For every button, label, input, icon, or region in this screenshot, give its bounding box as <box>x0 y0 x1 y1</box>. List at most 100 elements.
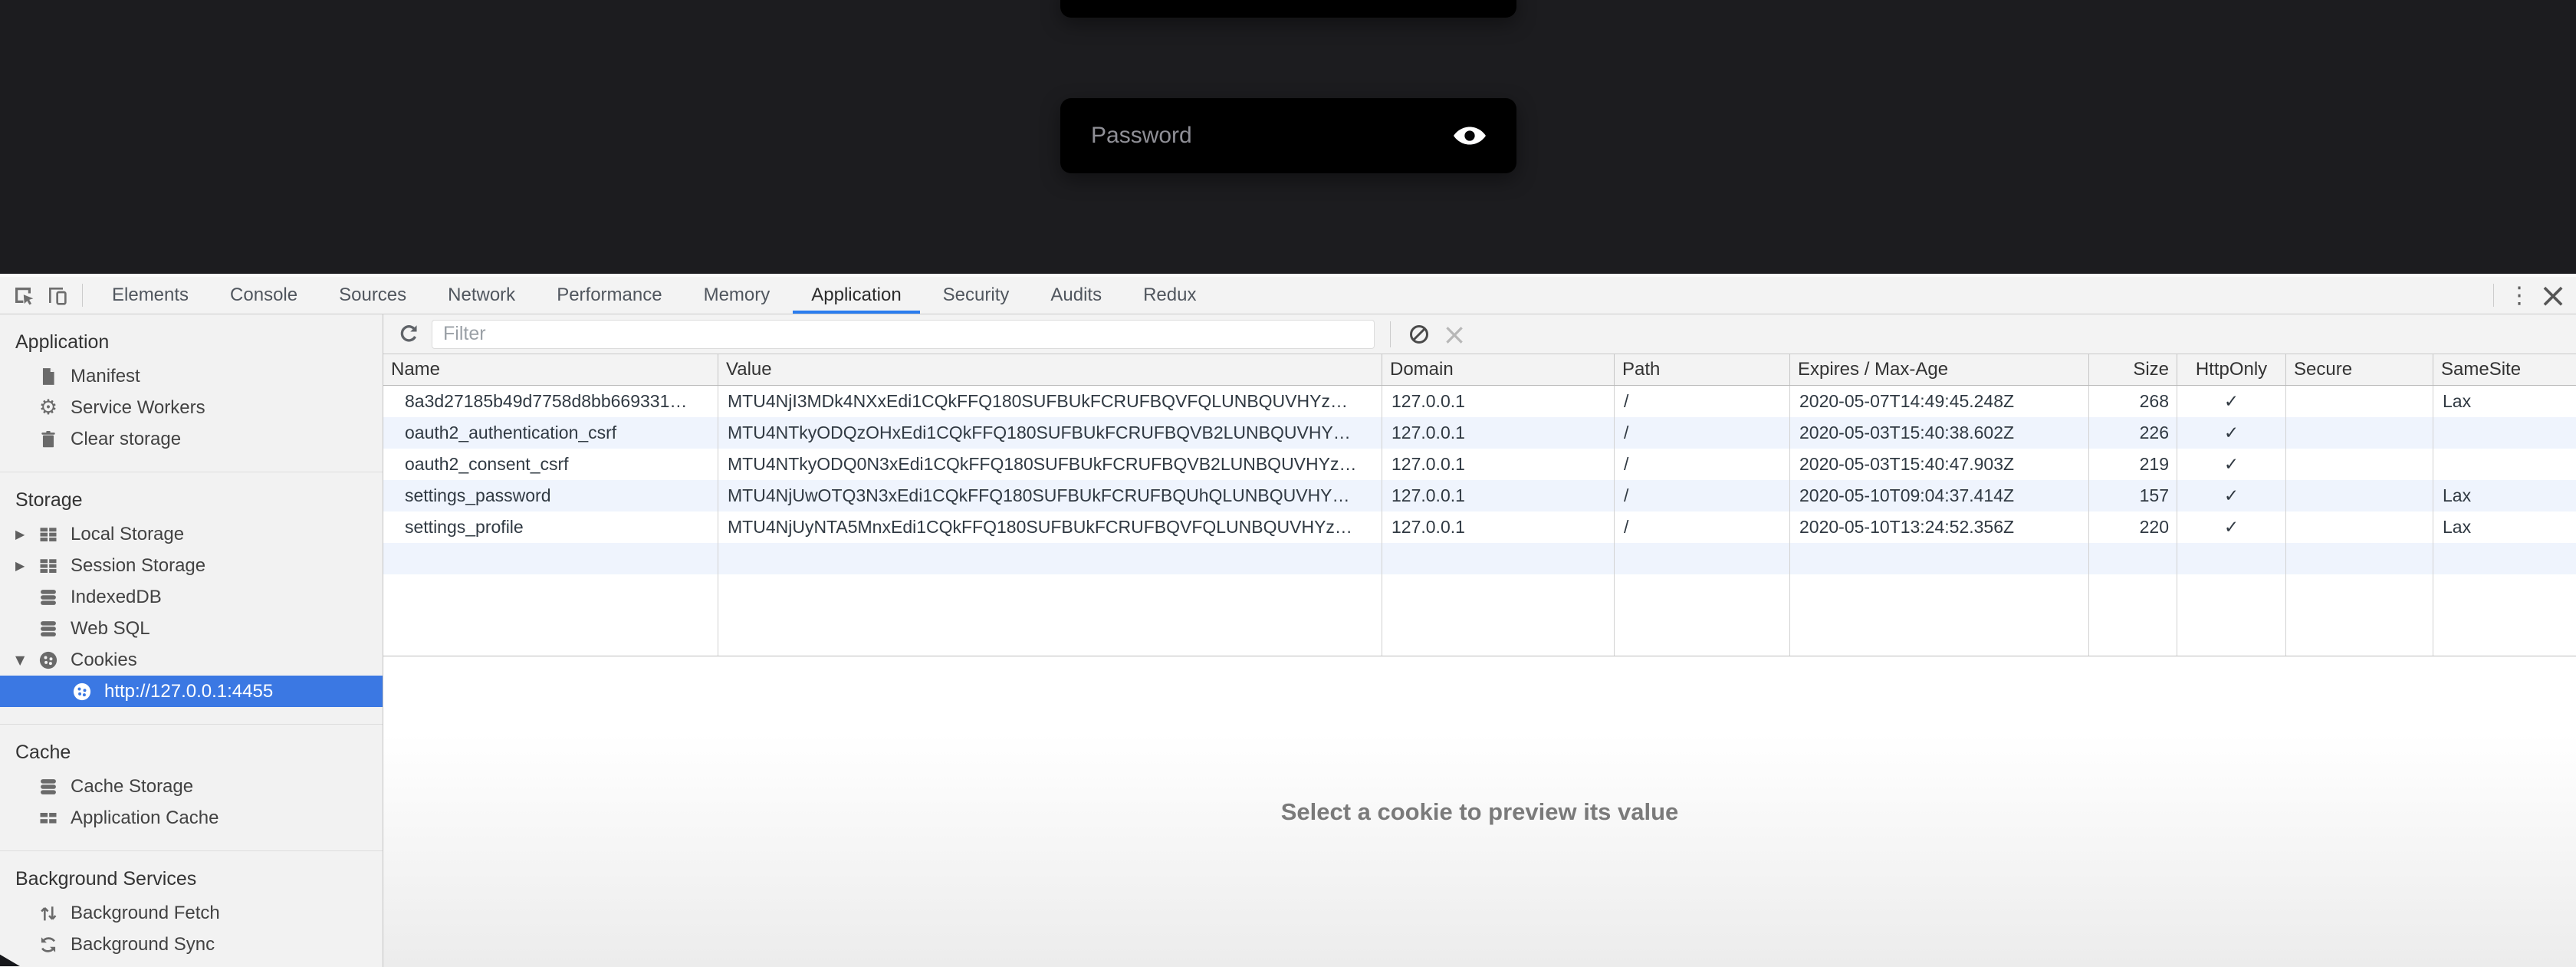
cell-samesite[interactable] <box>2433 449 2576 480</box>
tab-console[interactable]: Console <box>209 277 318 314</box>
cell-name[interactable]: oauth2_consent_csrf <box>383 449 718 480</box>
more-options-kebab-icon[interactable]: ⋮ <box>2502 278 2536 312</box>
cell-httponly-check[interactable]: ✓ <box>2177 480 2286 511</box>
cell-samesite[interactable]: Lax <box>2433 480 2576 511</box>
sidebar-item-cookie-origin[interactable]: http://127.0.0.1:4455 <box>0 676 383 707</box>
cell-httponly-check[interactable]: ✓ <box>2177 511 2286 543</box>
cell-expires[interactable]: 2020-05-07T14:49:45.248Z <box>1790 386 2089 417</box>
password-input[interactable] <box>1089 122 1452 150</box>
show-password-eye-icon[interactable] <box>1452 124 1487 147</box>
tab-security[interactable]: Security <box>922 277 1030 314</box>
tab-network[interactable]: Network <box>427 277 536 314</box>
sidebar-item-web-sql[interactable]: Web SQL <box>0 613 383 644</box>
cell-secure[interactable] <box>2286 386 2433 417</box>
cookie-row[interactable]: settings_profile MTU4NjUyNTA5MnxEdi1CQkF… <box>383 511 2576 543</box>
preview-placeholder-message: Select a cookie to preview its value <box>1281 798 1679 826</box>
cell-httponly-check[interactable]: ✓ <box>2177 386 2286 417</box>
column-header-expires[interactable]: Expires / Max-Age <box>1790 354 2089 385</box>
cell-size[interactable]: 219 <box>2089 449 2177 480</box>
column-header-size[interactable]: Size <box>2089 354 2177 385</box>
cell-expires[interactable]: 2020-05-10T13:24:52.356Z <box>1790 511 2089 543</box>
cookie-row-empty[interactable] <box>383 543 2576 574</box>
cookie-row[interactable]: 8a3d27185b49d7758d8bb669331… MTU4NjI3MDk… <box>383 386 2576 417</box>
clear-all-cookies-icon[interactable] <box>1401 317 1437 351</box>
tab-application[interactable]: Application <box>790 277 922 314</box>
column-header-value[interactable]: Value <box>718 354 1382 385</box>
inspect-element-icon[interactable] <box>6 278 40 312</box>
cell-name[interactable]: oauth2_authentication_csrf <box>383 417 718 449</box>
column-header-secure[interactable]: Secure <box>2286 354 2433 385</box>
collapse-triangle-icon[interactable]: ▼ <box>0 653 37 667</box>
cell-path[interactable]: / <box>1615 417 1790 449</box>
cell-secure[interactable] <box>2286 449 2433 480</box>
cell-expires[interactable]: 2020-05-03T15:40:47.903Z <box>1790 449 2089 480</box>
cell-value[interactable]: MTU4NjUwOTQ3N3xEdi1CQkFFQ180SUFBUkFCRUFB… <box>718 480 1382 511</box>
column-header-path[interactable]: Path <box>1615 354 1790 385</box>
cell-domain[interactable]: 127.0.0.1 <box>1382 449 1615 480</box>
cell-samesite[interactable]: Lax <box>2433 511 2576 543</box>
tab-memory[interactable]: Memory <box>683 277 791 314</box>
tab-performance[interactable]: Performance <box>536 277 682 314</box>
tab-elements[interactable]: Elements <box>91 277 209 314</box>
cell-value[interactable]: MTU4NTkyODQzOHxEdi1CQkFFQ180SUFBUkFCRUFB… <box>718 417 1382 449</box>
cell-domain[interactable]: 127.0.0.1 <box>1382 511 1615 543</box>
cell-name[interactable]: settings_profile <box>383 511 718 543</box>
device-toolbar-icon[interactable] <box>40 278 74 312</box>
cell-size[interactable]: 226 <box>2089 417 2177 449</box>
cell-name[interactable]: settings_password <box>383 480 718 511</box>
sidebar-item-application-cache[interactable]: Application Cache <box>0 802 383 834</box>
sidebar-item-service-workers[interactable]: ⚙ Service Workers <box>0 392 383 423</box>
close-devtools-icon[interactable]: × <box>2536 278 2570 312</box>
cell-domain[interactable]: 127.0.0.1 <box>1382 480 1615 511</box>
login-field-partial[interactable] <box>1060 0 1516 18</box>
cell-name[interactable]: 8a3d27185b49d7758d8bb669331… <box>383 386 718 417</box>
tab-redux[interactable]: Redux <box>1122 277 1217 314</box>
cell-size[interactable]: 268 <box>2089 386 2177 417</box>
sidebar-item-local-storage[interactable]: ▶ Local Storage <box>0 518 383 550</box>
cell-domain[interactable]: 127.0.0.1 <box>1382 386 1615 417</box>
cell-value[interactable]: MTU4NTkyODQ0N3xEdi1CQkFFQ180SUFBUkFCRUFB… <box>718 449 1382 480</box>
column-header-httponly[interactable]: HttpOnly <box>2177 354 2286 385</box>
cell-secure[interactable] <box>2286 480 2433 511</box>
sidebar-item-background-fetch[interactable]: Background Fetch <box>0 897 383 929</box>
sidebar-item-background-sync[interactable]: Background Sync <box>0 929 383 960</box>
cell-httponly-check[interactable]: ✓ <box>2177 417 2286 449</box>
expand-triangle-icon[interactable]: ▶ <box>0 558 37 573</box>
sidebar-item-cache-storage[interactable]: Cache Storage <box>0 771 383 802</box>
cell-samesite[interactable]: Lax <box>2433 386 2576 417</box>
cell-secure[interactable] <box>2286 511 2433 543</box>
cookie-row[interactable]: oauth2_authentication_csrf MTU4NTkyODQzO… <box>383 417 2576 449</box>
cookie-row[interactable]: settings_password MTU4NjUwOTQ3N3xEdi1CQk… <box>383 480 2576 511</box>
cell-samesite[interactable] <box>2433 417 2576 449</box>
cell-expires[interactable]: 2020-05-10T09:04:37.414Z <box>1790 480 2089 511</box>
sidebar-item-indexeddb[interactable]: IndexedDB <box>0 581 383 613</box>
sidebar-item-clear-storage[interactable]: Clear storage <box>0 423 383 455</box>
delete-selected-cookie-icon[interactable]: × <box>1437 317 1472 351</box>
cookie-row[interactable]: oauth2_consent_csrf MTU4NTkyODQ0N3xEdi1C… <box>383 449 2576 480</box>
expand-triangle-icon[interactable]: ▶ <box>0 527 37 541</box>
cell-expires[interactable]: 2020-05-03T15:40:38.602Z <box>1790 417 2089 449</box>
cell-path[interactable]: / <box>1615 386 1790 417</box>
cell-secure[interactable] <box>2286 417 2433 449</box>
column-header-domain[interactable]: Domain <box>1382 354 1615 385</box>
tab-audits[interactable]: Audits <box>1030 277 1122 314</box>
password-field[interactable] <box>1060 98 1516 173</box>
sidebar-item-session-storage[interactable]: ▶ Session Storage <box>0 550 383 581</box>
cell-value[interactable]: MTU4NjI3MDk4NXxEdi1CQkFFQ180SUFBUkFCRUFB… <box>718 386 1382 417</box>
cookie-filter-input[interactable] <box>432 320 1375 349</box>
cell-size[interactable]: 220 <box>2089 511 2177 543</box>
tab-sources[interactable]: Sources <box>318 277 427 314</box>
column-header-samesite[interactable]: SameSite <box>2433 354 2576 385</box>
column-header-name[interactable]: Name <box>383 354 718 385</box>
cell-path[interactable]: / <box>1615 449 1790 480</box>
cell-value[interactable]: MTU4NjUyNTA5MnxEdi1CQkFFQ180SUFBUkFCRUFB… <box>718 511 1382 543</box>
cell-path[interactable]: / <box>1615 511 1790 543</box>
sidebar-item-cookies[interactable]: ▼ Cookies <box>0 644 383 676</box>
cell-httponly-check[interactable]: ✓ <box>2177 449 2286 480</box>
refresh-icon[interactable] <box>396 322 421 347</box>
sidebar-item-manifest[interactable]: Manifest <box>0 360 383 392</box>
cookie-table-header: Name Value Domain Path Expires / Max-Age… <box>383 354 2576 386</box>
cell-domain[interactable]: 127.0.0.1 <box>1382 417 1615 449</box>
cell-path[interactable]: / <box>1615 480 1790 511</box>
cell-size[interactable]: 157 <box>2089 480 2177 511</box>
